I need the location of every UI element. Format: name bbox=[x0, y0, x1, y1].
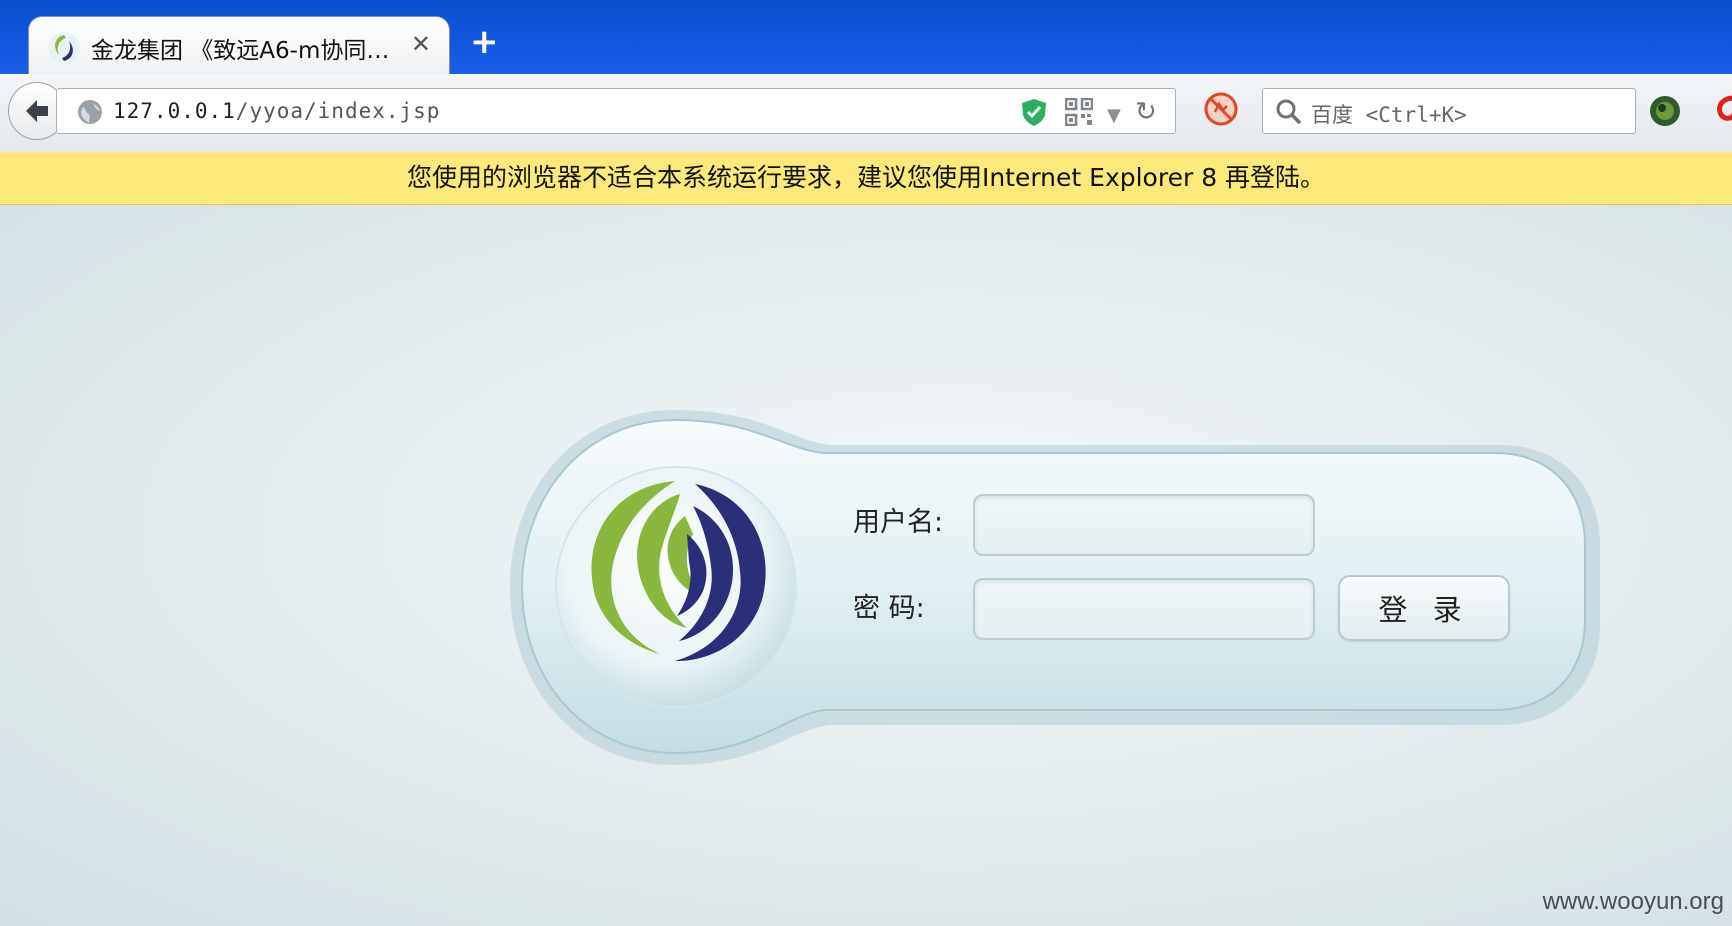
login-button[interactable]: 登 录 bbox=[1338, 575, 1510, 641]
tab-title: 金龙集团 《致远A6-m协同… bbox=[91, 38, 390, 64]
search-icon bbox=[1276, 99, 1302, 125]
company-logo bbox=[591, 481, 766, 662]
browser-warning-bar: 您使用的浏览器不适合本系统运行要求，建议您使用Internet Explorer… bbox=[0, 152, 1732, 205]
site-favicon-icon bbox=[48, 32, 80, 64]
browser-warning-text: 您使用的浏览器不适合本系统运行要求，建议您使用Internet Explorer… bbox=[406, 163, 1326, 192]
browser-titlebar: 金龙集团 《致远A6-m协同… ✕ + bbox=[0, 0, 1732, 77]
url-host: 127.0.0.1 bbox=[113, 99, 236, 123]
username-input[interactable] bbox=[973, 494, 1315, 556]
arrow-left-icon bbox=[26, 100, 48, 122]
password-label: 密 码: bbox=[853, 593, 925, 624]
close-tab-icon[interactable]: ✕ bbox=[411, 30, 431, 58]
search-bar[interactable]: 百度 <Ctrl+K> bbox=[1262, 88, 1636, 134]
dropdown-arrow-icon[interactable]: ▼ bbox=[1107, 105, 1121, 126]
password-input[interactable] bbox=[973, 578, 1315, 640]
search-placeholder: 百度 <Ctrl+K> bbox=[1311, 103, 1467, 127]
watermark-text: www.wooyun.org bbox=[1542, 888, 1724, 915]
username-label: 用户名: bbox=[853, 507, 944, 538]
adblock-icon[interactable] bbox=[1204, 92, 1238, 126]
extension-icon[interactable] bbox=[1648, 94, 1682, 128]
qr-code-icon[interactable] bbox=[1065, 98, 1093, 126]
new-tab-button[interactable]: + bbox=[470, 22, 499, 62]
browser-tab[interactable]: 金龙集团 《致远A6-m协同… ✕ bbox=[28, 16, 450, 77]
address-bar[interactable]: 127.0.0.1/yyoa/index.jsp ▼ ↻ bbox=[56, 88, 1176, 134]
reload-icon[interactable]: ↻ bbox=[1135, 97, 1157, 127]
navigation-toolbar: 127.0.0.1/yyoa/index.jsp ▼ ↻ 百度 <Ctrl+K> bbox=[0, 74, 1732, 153]
globe-icon bbox=[78, 100, 102, 124]
url-path: /yyoa/index.jsp bbox=[235, 99, 441, 123]
extension-partial-icon[interactable] bbox=[1712, 92, 1732, 128]
security-shield-icon[interactable] bbox=[1019, 97, 1049, 127]
url-text: 127.0.0.1/yyoa/index.jsp bbox=[113, 99, 440, 123]
